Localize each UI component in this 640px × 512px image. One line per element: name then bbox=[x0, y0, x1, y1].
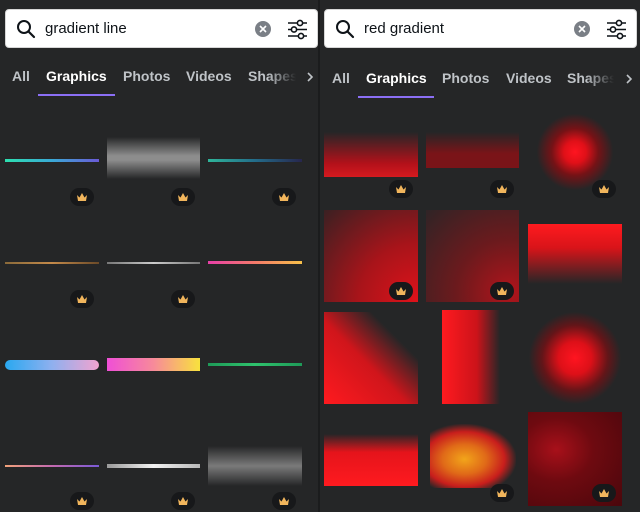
premium-badge bbox=[272, 492, 296, 510]
tab-videos[interactable]: Videos bbox=[186, 68, 232, 84]
tabs-fade bbox=[586, 62, 626, 98]
orange-red-blob-graphic bbox=[430, 424, 516, 488]
filter-icon[interactable] bbox=[606, 19, 627, 40]
search-bar[interactable]: gradient line bbox=[5, 9, 318, 48]
red-top-fade-graphic bbox=[528, 224, 622, 284]
graphic-item[interactable] bbox=[0, 215, 318, 315]
premium-badge bbox=[490, 484, 514, 502]
teal-purple-line-graphic bbox=[5, 159, 99, 162]
premium-badge bbox=[389, 180, 413, 198]
premium-badge bbox=[171, 492, 195, 510]
peach-purple-line-graphic bbox=[5, 465, 99, 467]
graphic-item[interactable] bbox=[320, 112, 640, 202]
left-search-panel: gradient line All Graphics Photos Videos… bbox=[0, 0, 318, 512]
clear-icon[interactable] bbox=[574, 21, 590, 37]
silver-line-graphic bbox=[107, 262, 200, 264]
tab-graphics[interactable]: Graphics bbox=[366, 70, 427, 86]
premium-badge bbox=[592, 484, 616, 502]
teal-navy-line-graphic bbox=[208, 159, 302, 162]
premium-badge bbox=[171, 188, 195, 206]
blue-pink-pill-graphic bbox=[5, 360, 99, 370]
right-search-panel: red gradient All Graphics Photos Videos … bbox=[320, 0, 640, 512]
search-bar[interactable]: red gradient bbox=[324, 9, 637, 48]
graphic-item[interactable] bbox=[0, 112, 318, 212]
red-vertical-graphic bbox=[442, 310, 500, 404]
gray-fog-bar-graphic bbox=[208, 446, 302, 486]
pink-yellow-line-graphic bbox=[208, 261, 302, 264]
red-orb-graphic bbox=[528, 312, 622, 404]
graphic-item[interactable] bbox=[320, 410, 640, 512]
tab-all[interactable]: All bbox=[332, 70, 350, 86]
chrome-line-graphic bbox=[107, 464, 200, 468]
search-icon bbox=[17, 20, 36, 39]
tab-photos[interactable]: Photos bbox=[442, 70, 489, 86]
search-input[interactable]: red gradient bbox=[364, 20, 444, 38]
red-bar-graphic bbox=[324, 434, 418, 486]
bronze-line-graphic bbox=[5, 262, 99, 264]
active-tab-indicator bbox=[358, 96, 434, 98]
red-diagonal-graphic bbox=[324, 312, 418, 404]
graphic-item[interactable] bbox=[320, 210, 640, 305]
tab-graphics[interactable]: Graphics bbox=[46, 68, 107, 84]
magenta-yellow-bar-graphic bbox=[107, 358, 200, 371]
chevron-right-icon[interactable] bbox=[304, 71, 316, 83]
premium-badge bbox=[70, 188, 94, 206]
premium-badge bbox=[171, 290, 195, 308]
premium-badge bbox=[272, 188, 296, 206]
tab-videos[interactable]: Videos bbox=[506, 70, 552, 86]
red-fade-band-graphic bbox=[324, 132, 418, 177]
category-tabs: All Graphics Photos Videos Shapes bbox=[320, 62, 640, 98]
premium-badge bbox=[490, 282, 514, 300]
category-tabs: All Graphics Photos Videos Shapes bbox=[0, 60, 318, 96]
premium-badge bbox=[592, 180, 616, 198]
graphic-item[interactable] bbox=[0, 318, 318, 418]
search-icon bbox=[336, 20, 355, 39]
tab-all[interactable]: All bbox=[12, 68, 30, 84]
graphic-item[interactable] bbox=[320, 308, 640, 408]
premium-badge bbox=[490, 180, 514, 198]
gray-glow-bar-graphic bbox=[107, 137, 200, 179]
green-line-graphic bbox=[208, 363, 302, 366]
chevron-right-icon[interactable] bbox=[623, 73, 635, 85]
tabs-fade bbox=[268, 60, 308, 96]
search-input[interactable]: gradient line bbox=[45, 20, 127, 38]
active-tab-indicator bbox=[38, 94, 115, 96]
premium-badge bbox=[70, 290, 94, 308]
premium-badge bbox=[389, 282, 413, 300]
tab-photos[interactable]: Photos bbox=[123, 68, 170, 84]
filter-icon[interactable] bbox=[287, 19, 308, 40]
premium-badge bbox=[70, 492, 94, 510]
dark-red-band-graphic bbox=[426, 132, 519, 168]
clear-icon[interactable] bbox=[255, 21, 271, 37]
graphic-item[interactable] bbox=[0, 420, 318, 512]
